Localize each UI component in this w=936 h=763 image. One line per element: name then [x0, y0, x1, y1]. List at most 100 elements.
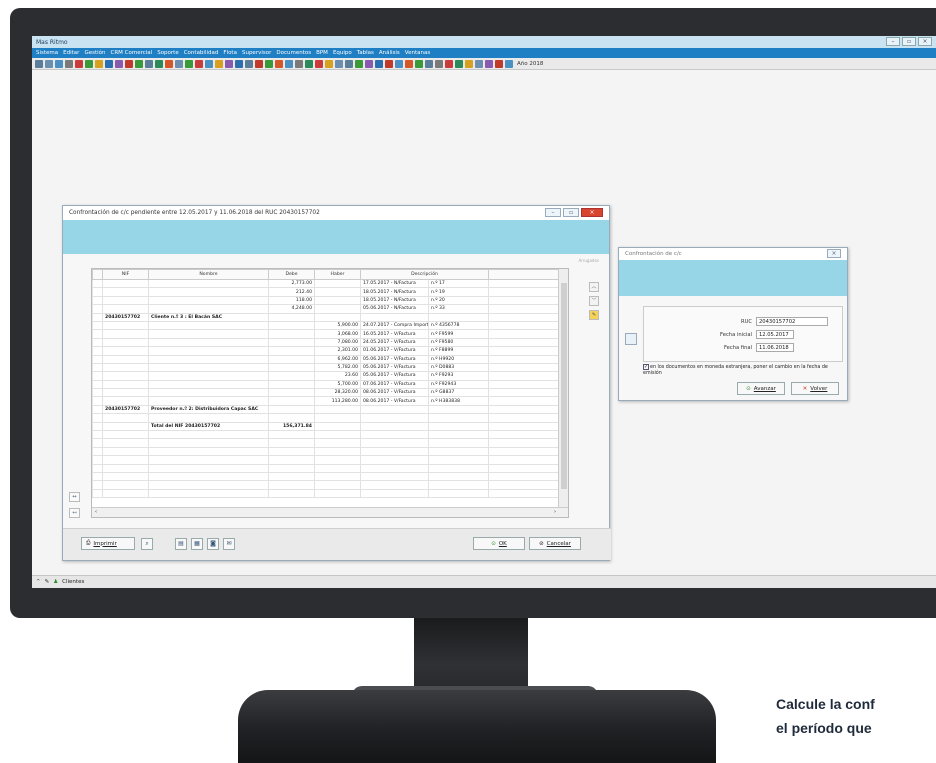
toolbar-tool-icon[interactable]: [465, 59, 473, 68]
status-tab-clients[interactable]: Clientes: [62, 579, 84, 585]
menu-item-10[interactable]: Equipo: [333, 50, 352, 56]
toolbar-tool-icon[interactable]: [425, 59, 433, 68]
scroll-right-icon[interactable]: ›: [554, 509, 556, 515]
menu-item-0[interactable]: Sistema: [36, 50, 58, 56]
table-row[interactable]: 28,320.00 08.06.2017 - V/Factura n.º G8837: [92, 388, 560, 398]
checkbox-checked-icon[interactable]: ✓: [643, 364, 649, 370]
toolbar-tool-icon[interactable]: [335, 59, 343, 68]
table-row[interactable]: [92, 480, 560, 490]
toolbar-tool-icon[interactable]: [115, 59, 123, 68]
menu-item-13[interactable]: Ventanas: [405, 50, 430, 56]
toolbar-tool-icon[interactable]: [85, 59, 93, 68]
toolbar-tool-icon[interactable]: [325, 59, 333, 68]
toolbar-tool-icon[interactable]: [175, 59, 183, 68]
pdf-icon[interactable]: ▤: [175, 538, 187, 550]
menu-item-4[interactable]: Soporte: [157, 50, 179, 56]
vertical-scrollbar[interactable]: [558, 269, 568, 507]
column-header-descripcion[interactable]: Descripción: [359, 269, 490, 280]
expand-icon[interactable]: ↔: [69, 492, 80, 502]
menu-item-6[interactable]: Flota: [223, 50, 237, 56]
table-row[interactable]: [92, 488, 560, 499]
toolbar-tool-icon[interactable]: [455, 59, 463, 68]
menu-item-2[interactable]: Gestión: [84, 50, 105, 56]
dialog-restore-icon[interactable]: ▫: [563, 208, 579, 217]
toolbar-tool-icon[interactable]: [155, 59, 163, 68]
toolbar-tool-icon[interactable]: [285, 59, 293, 68]
toolbar-tool-icon[interactable]: [435, 59, 443, 68]
table-row[interactable]: 5,900.0024.07.2017 - Compra Importaciónn…: [92, 320, 560, 331]
table-row[interactable]: 212.40 18.05.2017 - N/Factura n.º 19: [92, 287, 560, 297]
toolbar-tool-icon[interactable]: [135, 59, 143, 68]
table-row[interactable]: [92, 455, 560, 465]
toolbar-tool-icon[interactable]: [215, 59, 223, 68]
column-header-nombre[interactable]: Nombre: [148, 269, 269, 280]
table-row[interactable]: 6,962.00 05.06.2017 - V/Factura n.º H9920: [92, 354, 560, 364]
column-header-debe[interactable]: Debe: [268, 269, 315, 280]
collapse-down-icon[interactable]: ﹀: [589, 296, 599, 306]
toolbar-tool-icon[interactable]: [415, 59, 423, 68]
table-row[interactable]: [92, 463, 560, 474]
print-button[interactable]: ⎙ Imprimir: [81, 537, 135, 550]
toolbar-tool-icon[interactable]: [235, 59, 243, 68]
table-row[interactable]: [92, 471, 560, 482]
table-row[interactable]: 5,700.00 07.06.2017 - V/Factura n.º F92943: [92, 379, 560, 390]
collapse-up-icon[interactable]: ︿: [589, 282, 599, 292]
menu-item-5[interactable]: Contabilidad: [184, 50, 219, 56]
column-header-nif[interactable]: NIF: [102, 269, 149, 280]
toolbar-tool-icon[interactable]: [445, 59, 453, 68]
toolbar-tool-icon[interactable]: [255, 59, 263, 68]
shrink-icon[interactable]: ↤: [69, 508, 80, 518]
table-row[interactable]: 4,248.00 05.06.2017 - N/Factura n.º 33: [92, 304, 560, 314]
image-icon[interactable]: ◙: [207, 538, 219, 550]
toolbar-tool-icon[interactable]: [315, 59, 323, 68]
table-row[interactable]: [92, 438, 560, 448]
dialog-minimize-icon[interactable]: –: [545, 208, 561, 217]
close-icon[interactable]: ×: [918, 37, 932, 46]
ok-button[interactable]: ⊙ OK: [473, 537, 525, 550]
toolbar-tool-icon[interactable]: [105, 59, 113, 68]
table-row[interactable]: 3,068.00 16.05.2017 - V/Factura n.º F9599: [92, 329, 560, 339]
options-toggle[interactable]: [625, 333, 637, 345]
toolbar-tool-icon[interactable]: [205, 59, 213, 68]
toolbar-tool-icon[interactable]: [145, 59, 153, 68]
menu-item-3[interactable]: CRM Comercial: [111, 50, 153, 56]
note-icon[interactable]: ✎: [589, 310, 599, 320]
toolbar-tool-icon[interactable]: [385, 59, 393, 68]
toolbar-tool-icon[interactable]: [505, 59, 513, 68]
table-row[interactable]: 20430157702 Cliente n.º 3 : El Bacán SAC: [92, 312, 560, 322]
table-row[interactable]: 2,773.00 17.05.2017 - N/Factura n.º 17: [92, 278, 560, 289]
toolbar-tool-icon[interactable]: [125, 59, 133, 68]
back-button[interactable]: ✕ Volver: [791, 382, 839, 395]
results-grid[interactable]: NIF Nombre Debe Haber Descripción 2,773.…: [91, 268, 569, 518]
year-label[interactable]: Año 2018: [517, 61, 543, 67]
scroll-left-icon[interactable]: ‹: [95, 509, 97, 515]
scroll-thumb[interactable]: [561, 283, 567, 489]
toolbar-tool-icon[interactable]: [405, 59, 413, 68]
start-date-input[interactable]: 12.05.2017: [756, 330, 794, 339]
table-row[interactable]: [92, 430, 560, 440]
cancel-button[interactable]: ⊘ Cancelar: [529, 537, 581, 550]
taskbar-up-icon[interactable]: ⌃: [36, 579, 41, 585]
toolbar-tool-icon[interactable]: [245, 59, 253, 68]
table-row[interactable]: 20430157702 Proveedor n.º 2: Distribuidor…: [92, 404, 560, 415]
column-header-haber[interactable]: Haber: [314, 269, 361, 280]
menu-item-7[interactable]: Supervisor: [242, 50, 271, 56]
toolbar-tool-icon[interactable]: [365, 59, 373, 68]
toolbar-tool-icon[interactable]: [345, 59, 353, 68]
toolbar-tool-icon[interactable]: [295, 59, 303, 68]
table-row[interactable]: [92, 413, 560, 423]
toolbar-tool-icon[interactable]: [75, 59, 83, 68]
toolbar-tool-icon[interactable]: [275, 59, 283, 68]
toolbar-tool-icon[interactable]: [395, 59, 403, 68]
email-icon[interactable]: ✉: [223, 538, 235, 550]
toolbar-tool-icon[interactable]: [65, 59, 73, 68]
restore-icon[interactable]: ▫: [902, 37, 916, 46]
toolbar-tool-icon[interactable]: [495, 59, 503, 68]
params-dialog-close-icon[interactable]: ×: [827, 249, 841, 258]
sheet-icon[interactable]: ▦: [191, 538, 203, 550]
advance-button[interactable]: ⊙ Avanzar: [737, 382, 785, 395]
toolbar-tool-icon[interactable]: [305, 59, 313, 68]
table-row[interactable]: 118.00 18.05.2017 - N/Factura n.º 20: [92, 295, 560, 306]
menu-item-12[interactable]: Análisis: [379, 50, 400, 56]
table-row[interactable]: Total del NIF 20430157702 156,371.84: [92, 421, 560, 432]
